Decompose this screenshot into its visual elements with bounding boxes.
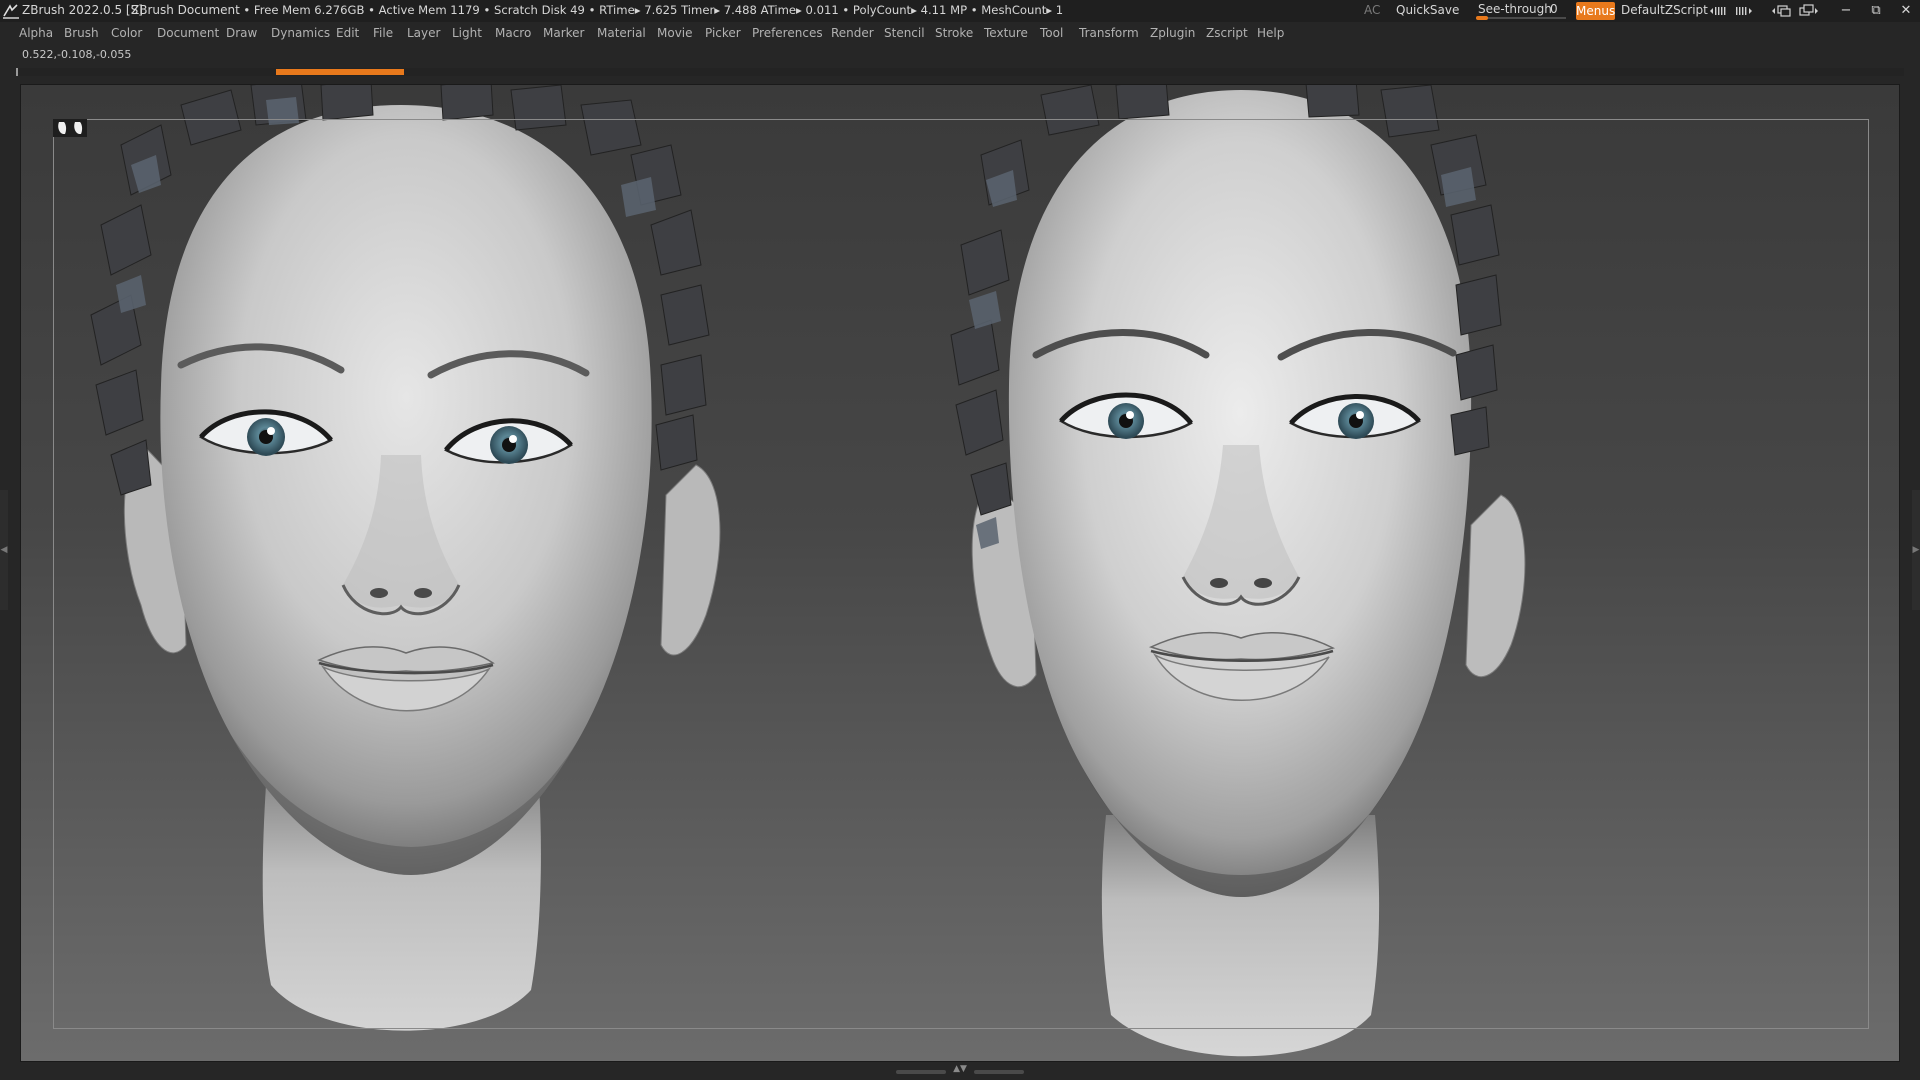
see-through-value: 0 — [1550, 2, 1558, 16]
memory-stats-readout: . • Free Mem 6.276GB • Active Mem 1179 •… — [236, 3, 1064, 17]
chevron-right-icon: ▶ — [1912, 545, 1920, 555]
menu-draw[interactable]: Draw — [226, 26, 257, 40]
see-through-track[interactable] — [1476, 17, 1566, 19]
menu-picker[interactable]: Picker — [705, 26, 741, 40]
floor-grid-icon[interactable] — [53, 119, 87, 137]
collapse-right-icon[interactable] — [1734, 3, 1756, 19]
see-through-label: See-through — [1478, 2, 1552, 16]
menu-macro[interactable]: Macro — [495, 26, 531, 40]
see-through-slider[interactable]: See-through 0 — [1474, 2, 1568, 20]
document-canvas[interactable] — [20, 84, 1900, 1062]
menu-tool[interactable]: Tool — [1040, 26, 1063, 40]
layout-switch-icon[interactable] — [1770, 3, 1792, 19]
document-name-label: ZBrush Document — [131, 3, 240, 17]
menu-light[interactable]: Light — [452, 26, 482, 40]
window-layout-icon[interactable] — [1798, 3, 1820, 19]
collapse-left-icon[interactable] — [1706, 3, 1728, 19]
menu-document[interactable]: Document — [157, 26, 219, 40]
cursor-coordinates-readout: 0.522,-0.108,-0.055 — [22, 48, 132, 61]
menu-material[interactable]: Material — [597, 26, 646, 40]
menu-help[interactable]: Help — [1257, 26, 1284, 40]
default-zscript-button[interactable]: DefaultZScript — [1621, 3, 1708, 17]
zbrush-logo-icon[interactable] — [2, 2, 20, 20]
document-bounds-frame — [53, 119, 1869, 1029]
active-tab-indicator[interactable] — [276, 69, 404, 75]
menu-layer[interactable]: Layer — [407, 26, 440, 40]
menu-brush[interactable]: Brush — [64, 26, 99, 40]
menu-file[interactable]: File — [373, 26, 393, 40]
app-version-label: ZBrush 2022.0.5 [S] — [22, 3, 143, 17]
restore-icon[interactable]: ⧉ — [1864, 2, 1888, 20]
title-bar: ZBrush 2022.0.5 [S] ZBrush Document . • … — [0, 0, 1920, 22]
menu-dynamics[interactable]: Dynamics — [271, 26, 330, 40]
quicksave-button[interactable]: QuickSave — [1396, 3, 1459, 17]
main-menu-bar: Alpha Brush Color Document Draw Dynamics… — [0, 22, 1920, 44]
tray-grip-right — [974, 1070, 1024, 1074]
ac-indicator[interactable]: AC — [1364, 3, 1380, 17]
bottom-tray-handle[interactable]: ▲▼ — [896, 1064, 1024, 1076]
menu-marker[interactable]: Marker — [543, 26, 584, 40]
left-tray-handle[interactable]: ◀ — [0, 490, 8, 610]
shelf-strip — [16, 68, 1904, 76]
chevron-up-down-icon: ▲▼ — [953, 1064, 967, 1074]
close-icon[interactable]: ✕ — [1894, 2, 1918, 20]
right-tray-handle[interactable]: ▶ — [1912, 490, 1920, 610]
menu-stencil[interactable]: Stencil — [884, 26, 925, 40]
see-through-handle[interactable] — [1476, 16, 1488, 20]
menu-transform[interactable]: Transform — [1079, 26, 1139, 40]
menu-stroke[interactable]: Stroke — [935, 26, 973, 40]
tray-grip-left — [896, 1070, 946, 1074]
strip-start-marker — [16, 68, 18, 76]
menu-color[interactable]: Color — [111, 26, 142, 40]
menu-alpha[interactable]: Alpha — [19, 26, 53, 40]
menu-zscript[interactable]: Zscript — [1206, 26, 1248, 40]
menu-render[interactable]: Render — [831, 26, 874, 40]
menu-movie[interactable]: Movie — [657, 26, 693, 40]
bottom-tray-bar: ▲▼ — [0, 1062, 1920, 1080]
menu-texture[interactable]: Texture — [984, 26, 1028, 40]
menus-toggle-button[interactable]: Menus — [1576, 2, 1615, 20]
menu-preferences[interactable]: Preferences — [752, 26, 823, 40]
chevron-left-icon: ◀ — [0, 545, 8, 555]
menu-zplugin[interactable]: Zplugin — [1150, 26, 1195, 40]
menu-edit[interactable]: Edit — [336, 26, 359, 40]
minimize-icon[interactable]: − — [1834, 2, 1858, 20]
